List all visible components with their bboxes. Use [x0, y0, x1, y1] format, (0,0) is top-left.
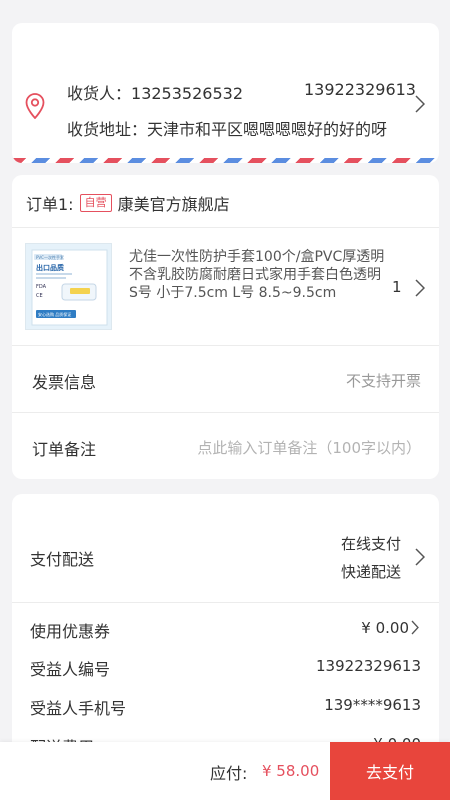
address-label: 收货地址： — [67, 120, 148, 139]
product-thumbnail[interactable]: PVC一次性手套 出口品质 FDA CE 安心选购 品质保证 — [25, 243, 112, 330]
coupon-label: 使用优惠券 — [30, 622, 111, 641]
location-pin-icon — [25, 93, 45, 119]
divider — [12, 227, 439, 228]
delivery-method: 快递配送 — [340, 563, 401, 581]
pay-button[interactable]: 去支付 — [330, 742, 450, 800]
thumb-ce: CE — [36, 293, 43, 299]
invoice-label: 发票信息 — [32, 373, 97, 392]
payment-label: 支付配送 — [30, 550, 95, 569]
product-image: PVC一次性手套 出口品质 FDA CE 安心选购 品质保证 — [26, 244, 111, 329]
thumb-fda: FDA — [36, 284, 47, 290]
beneficiary-id-value: 13922329613 — [316, 657, 421, 675]
store-name[interactable]: 康美官方旗舰店 — [118, 191, 230, 215]
order-header: 订单1: 自营 康美官方旗舰店 — [26, 191, 230, 215]
payment-delivery-selector[interactable]: 在线支付 快递配送 — [341, 530, 401, 586]
contact-phone: 13922329613 — [304, 80, 416, 99]
chevron-right-icon[interactable] — [411, 620, 419, 635]
address-value: 天津市和平区嗯嗯嗯嗯好的好的呀 — [147, 120, 388, 139]
invoice-value: 不支持开票 — [345, 372, 421, 390]
chevron-right-icon[interactable] — [415, 279, 425, 297]
thumb-title: 出口品质 — [36, 263, 64, 272]
self-operated-badge: 自营 — [79, 194, 112, 212]
due-label: 应付: — [210, 764, 248, 783]
remark-input[interactable]: 点此输入订单备注（100字以内） — [197, 437, 421, 458]
divider — [12, 602, 439, 603]
thumb-brand: PVC一次性手套 — [36, 254, 64, 260]
divider — [12, 345, 439, 346]
order-title: 订单1: — [26, 195, 74, 214]
chevron-right-icon[interactable] — [415, 548, 425, 566]
checkout-bar: 应付: ¥ 58.00 去支付 — [0, 742, 450, 800]
beneficiary-id-label: 受益人编号 — [30, 660, 111, 679]
address-card[interactable]: 收货人：13253526532 13922329613 收货地址：天津市和平区嗯… — [12, 23, 439, 163]
due-amount: ¥ 58.00 — [262, 762, 320, 780]
divider — [12, 412, 439, 413]
beneficiary-phone-label: 受益人手机号 — [30, 699, 127, 718]
payment-method: 在线支付 — [340, 535, 401, 553]
thumb-footer: 安心选购 品质保证 — [38, 311, 71, 317]
beneficiary-phone-value: 139****9613 — [324, 696, 421, 714]
airmail-border — [12, 158, 439, 163]
receiver-phone: 13253526532 — [131, 84, 243, 103]
address-row: 收货地址：天津市和平区嗯嗯嗯嗯好的好的呀 — [67, 116, 387, 140]
product-title[interactable]: 尤佳一次性防护手套100个/盒PVC厚透明不含乳胶防腐耐磨日式家用手套白色透明 … — [129, 248, 385, 302]
receiver-row: 收货人：13253526532 13922329613 — [67, 80, 416, 104]
order-card: 订单1: 自营 康美官方旗舰店 PVC一次性手套 出口品质 FDA CE 安心选… — [12, 175, 439, 479]
chevron-right-icon[interactable] — [415, 95, 425, 113]
remark-label: 订单备注 — [32, 440, 97, 459]
coupon-value[interactable]: ¥ 0.00 — [361, 619, 409, 637]
product-quantity: 1 — [392, 278, 402, 296]
receiver-label: 收货人： — [67, 84, 132, 103]
